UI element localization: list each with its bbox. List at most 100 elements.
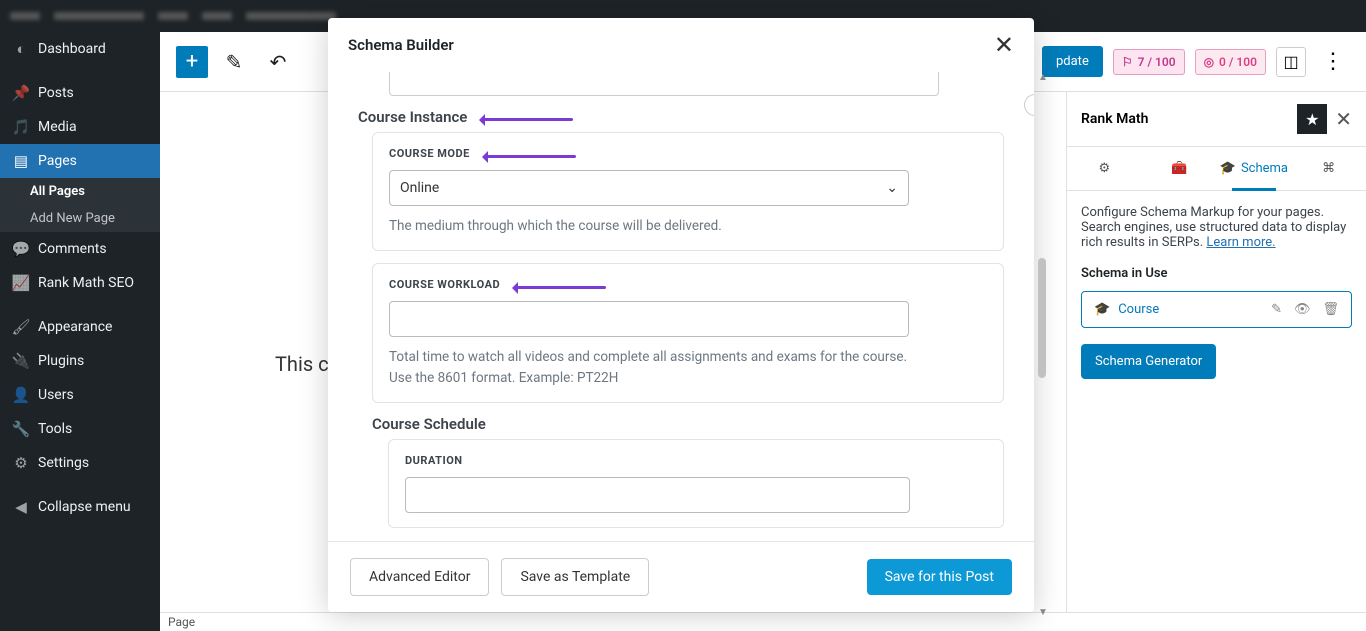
schema-item-label: Course [1118,302,1159,317]
rankmath-panel: Rank Math ★ ✕ ⚙ 🧰 🎓Schema ⌘ Configure Sc… [1066,92,1366,612]
media-icon: 🎵 [12,118,30,136]
trash-icon[interactable]: 🗑 [1322,302,1339,317]
sidebar-item-label: Comments [38,241,107,257]
score-value: 0 / 100 [1219,55,1257,69]
tab-link[interactable]: ⌘ [1291,147,1366,190]
grad-cap-icon: 🎓 [1094,302,1110,317]
close-icon: ✕ [1335,107,1352,131]
sidebar-item-pages[interactable]: ▤ Pages [0,144,160,178]
sidebar-item-settings[interactable]: ⚙Settings [0,446,160,480]
editor-footer: Page [160,612,1366,631]
tab-advanced[interactable]: 🧰 [1142,147,1217,190]
scrollbar-thumb[interactable] [1038,258,1046,378]
schema-builder-modal: Schema Builder ✕ i Course Instance COURS… [328,18,1034,612]
schema-generator-button[interactable]: Schema Generator [1081,344,1216,379]
duration-input[interactable] [405,477,910,513]
pin-icon: 📌 [12,84,30,102]
edit-tool[interactable]: ✎ [216,44,252,80]
sidebar-item-appearance[interactable]: 🖌Appearance [0,310,160,344]
undo-button[interactable]: ↶ [260,44,296,80]
chart-icon: 📈 [12,274,30,292]
sidebar-item-label: Pages [38,153,77,169]
pages-submenu: All Pages Add New Page [0,178,160,232]
tab-schema[interactable]: 🎓Schema [1217,147,1292,190]
more-menu[interactable]: ⋮ [1316,49,1350,74]
sidebar-item-rankmath[interactable]: 📈Rank Math SEO [0,266,160,300]
seo-score-badge-1[interactable]: ⚐ 7 / 100 [1113,49,1185,75]
property-duration: DURATION [388,439,1004,528]
sidebar-item-label: Appearance [38,319,112,335]
star-icon: ★ [1305,110,1319,129]
sidebar-item-label: Users [38,387,74,403]
modal-scrollbar[interactable]: ▲ ▼ [1038,78,1046,612]
pencil-icon: ✎ [226,50,243,74]
sidebar-item-collapse[interactable]: ◀Collapse menu [0,490,160,524]
star-button[interactable]: ★ [1297,104,1327,134]
close-panel-button[interactable]: ✕ [1335,107,1352,131]
section-course-schedule: Course Schedule [372,415,1004,433]
sidebar-item-label: Collapse menu [38,499,131,515]
sidebar-item-users[interactable]: 👤 Users [0,378,160,412]
submenu-all-pages[interactable]: All Pages [0,178,160,205]
grad-cap-icon: 🎓 [1220,161,1236,176]
pages-icon: ▤ [12,152,30,170]
sidebar-item-label: Settings [38,455,89,471]
schema-in-use-item[interactable]: 🎓 Course ✎ 👁 🗑 [1081,291,1352,328]
sidebar-item-plugins[interactable]: 🔌Plugins [0,344,160,378]
save-as-template-button[interactable]: Save as Template [501,558,649,596]
property-course-mode: COURSE MODE Online ⌄ The medium through … [372,132,1004,251]
gauge-icon: ◐ [12,40,30,58]
breadcrumb[interactable]: Page [168,615,195,629]
edit-icon[interactable]: ✎ [1271,302,1282,317]
info-bubble[interactable]: i [1024,94,1034,116]
undo-icon: ↶ [270,50,287,74]
plug-icon: 🔌 [12,352,30,370]
sidebar-item-label: Dashboard [38,41,106,57]
info-icon: i [1024,94,1034,116]
sidebar-item-comments[interactable]: 💬 Comments [0,232,160,266]
sidebar-item-tools[interactable]: 🔧 Tools [0,412,160,446]
sidebar-item-label: Tools [38,421,72,437]
seo-score-badge-2[interactable]: ◎0 / 100 [1195,49,1266,75]
view-toggle[interactable]: ◫ [1276,47,1306,77]
modal-title: Schema Builder [348,36,454,54]
schema-tabs: ⚙ 🧰 🎓Schema ⌘ [1067,147,1366,191]
gear-icon: ⚙ [1099,161,1111,176]
plus-icon: + [186,49,198,74]
update-button[interactable]: pdate [1042,46,1103,77]
sidebar-item-label: Posts [38,85,74,101]
annotation-arrow [473,111,573,123]
panel-title: Rank Math [1081,111,1148,127]
score-value: 7 / 100 [1138,55,1176,69]
sidebar-item-posts[interactable]: 📌 Posts [0,76,160,110]
block-inserter-button[interactable]: + [176,46,208,78]
submenu-add-new-page[interactable]: Add New Page [0,205,160,232]
save-for-post-button[interactable]: Save for this Post [867,559,1012,595]
sidebar-item-media[interactable]: 🎵 Media [0,110,160,144]
course-workload-input[interactable] [389,301,909,337]
scroll-down-icon: ▼ [1038,607,1048,618]
eye-icon[interactable]: 👁 [1294,302,1311,317]
chevron-down-icon: ⌄ [886,180,898,196]
modal-close-button[interactable]: ✕ [994,31,1014,59]
learn-more-link[interactable]: Learn more. [1206,235,1275,250]
wrench-icon: 🔧 [12,420,30,438]
link-icon: ⚐ [1122,55,1133,69]
schema-in-use-title: Schema in Use [1081,266,1352,281]
prop-label: COURSE MODE [389,147,470,160]
graph-icon: ⌘ [1322,161,1335,176]
sidebar-item-label: Media [38,119,77,135]
previous-field-bottom [389,72,939,96]
advanced-editor-button[interactable]: Advanced Editor [350,558,489,596]
content-text: This c [275,352,329,376]
modal-footer: Advanced Editor Save as Template Save fo… [328,541,1034,612]
user-icon: 👤 [12,386,30,404]
course-mode-select[interactable]: Online ⌄ [389,170,909,206]
prop-help: Total time to watch all videos and compl… [389,347,929,388]
select-value: Online [400,180,439,196]
sidebar-item-dashboard[interactable]: ◐ Dashboard [0,32,160,66]
prop-label: DURATION [405,454,987,467]
dots-icon: ⋮ [1322,49,1344,74]
tab-general[interactable]: ⚙ [1067,147,1142,190]
comment-icon: 💬 [12,240,30,258]
